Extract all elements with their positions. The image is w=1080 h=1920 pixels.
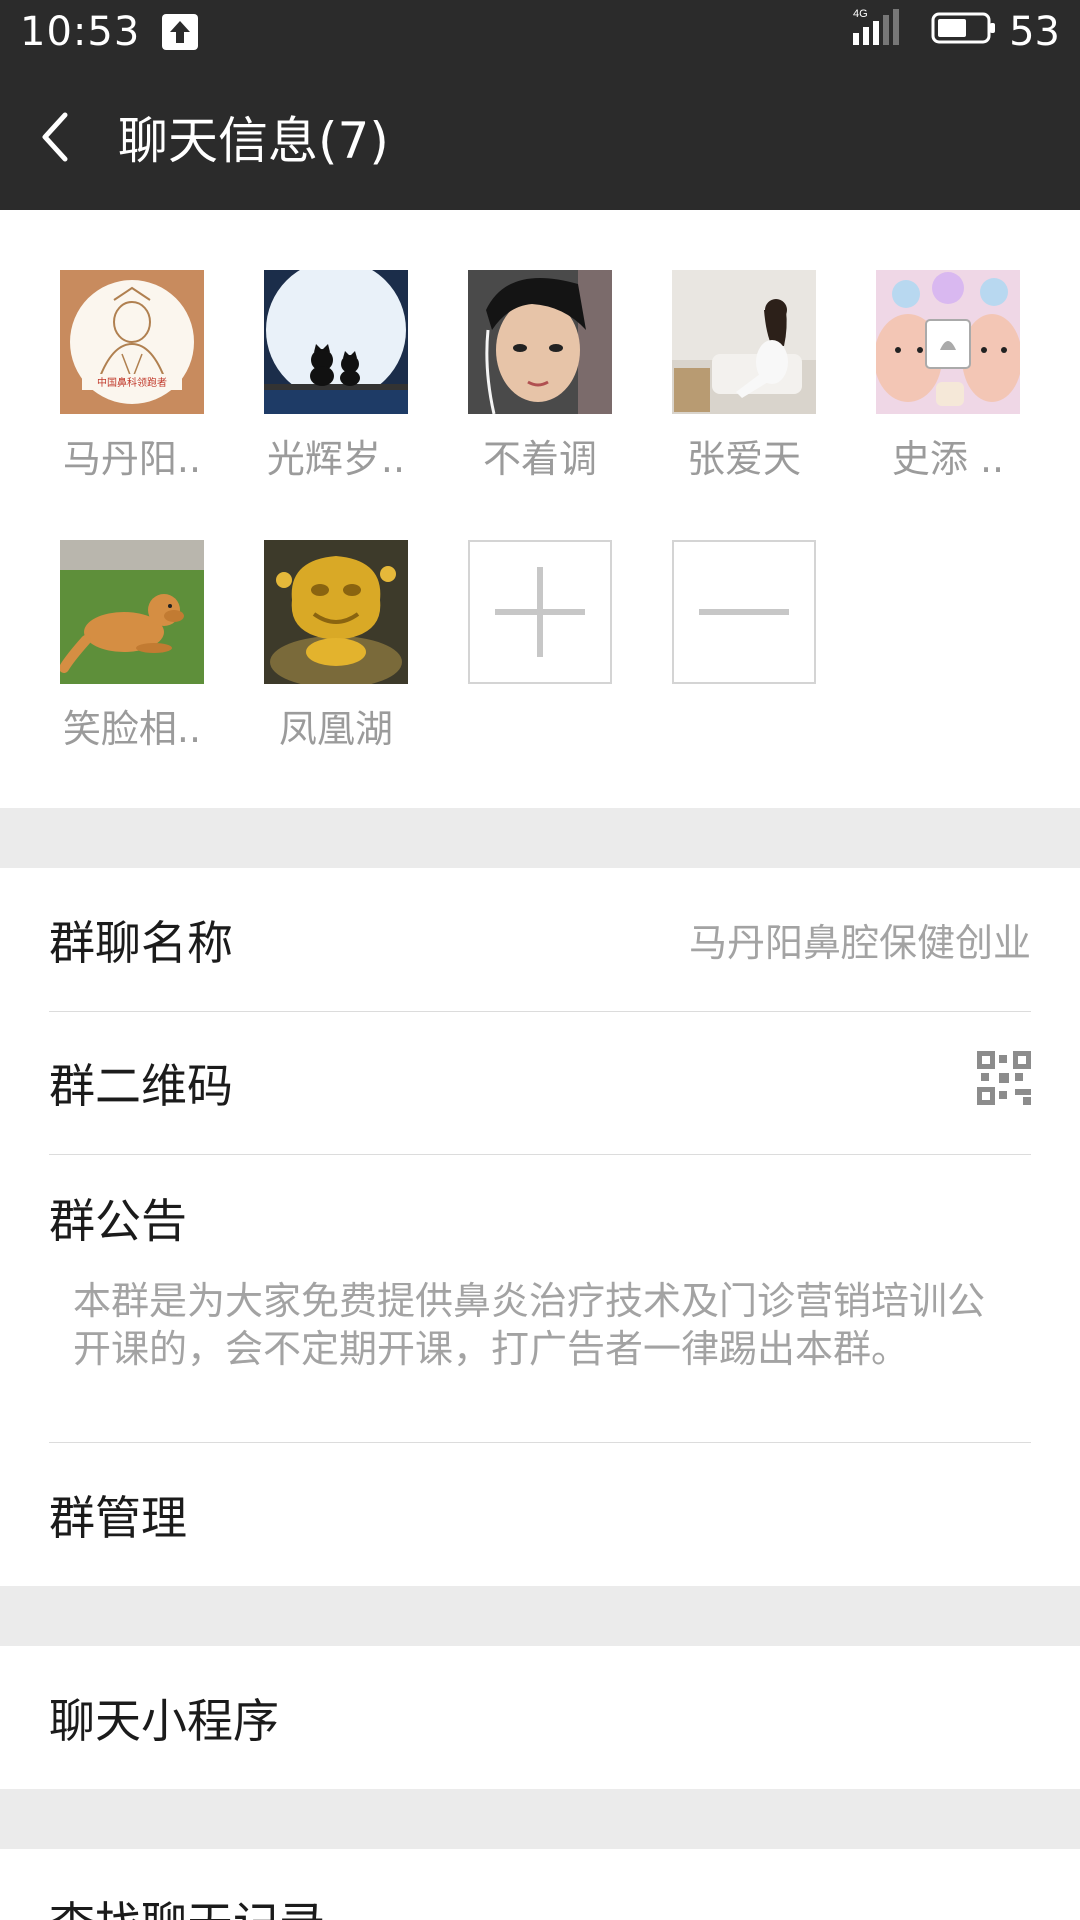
member-name: 马丹阳.. bbox=[62, 437, 202, 481]
avatar: 中国鼻科领跑者 bbox=[60, 270, 204, 414]
member-item[interactable]: 笑脸相.. bbox=[30, 540, 234, 753]
status-time: 10:53 bbox=[20, 9, 141, 55]
group-name-row[interactable]: 群聊名称 马丹阳鼻腔保健创业 bbox=[49, 868, 1031, 1012]
member-item[interactable]: 凤凰湖 bbox=[234, 540, 438, 753]
avatar bbox=[468, 270, 612, 414]
member-name: 张爱天 bbox=[686, 437, 801, 481]
member-name: 不着调 bbox=[482, 437, 597, 481]
member-grid: 中国鼻科领跑者 马丹阳.. 光辉岁.. 不着调 张爱天 史添 .. 笑脸相.. … bbox=[0, 210, 1080, 808]
qr-code-icon bbox=[977, 1050, 1031, 1116]
group-name-label: 群聊名称 bbox=[49, 915, 233, 970]
back-arrow-icon bbox=[42, 112, 68, 162]
member-item[interactable]: 光辉岁.. bbox=[234, 270, 438, 483]
member-name: 笑脸相.. bbox=[62, 707, 202, 751]
upload-notification-icon bbox=[162, 14, 199, 50]
search-history-label: 查找聊天记录 bbox=[49, 1888, 325, 1920]
group-settings: 群聊名称 马丹阳鼻腔保健创业 群二维码 群公告 本群是为大家免费提供鼻炎治疗技术… bbox=[0, 868, 1080, 1586]
member-name: 史添 .. bbox=[891, 437, 1005, 481]
title-bar: 聊天信息(7) bbox=[0, 64, 1080, 210]
group-qr-label: 群二维码 bbox=[49, 1059, 233, 1113]
avatar bbox=[264, 270, 408, 414]
mini-program-row[interactable]: 聊天小程序 bbox=[49, 1646, 1031, 1789]
add-member-button[interactable] bbox=[438, 540, 642, 684]
remove-member-button[interactable] bbox=[642, 540, 846, 684]
member-name: 光辉岁.. bbox=[266, 437, 406, 481]
signal-icon: 4G bbox=[851, 7, 907, 57]
search-history-row[interactable]: 查找聊天记录 bbox=[49, 1849, 1031, 1920]
minus-icon bbox=[699, 609, 789, 615]
network-type: 4G bbox=[853, 8, 868, 20]
mini-program-section: 聊天小程序 bbox=[0, 1646, 1080, 1789]
avatar bbox=[60, 540, 204, 684]
battery-level: 53 bbox=[1009, 9, 1060, 55]
avatar-caption: 中国鼻科领跑者 bbox=[97, 376, 167, 389]
group-notice-label: 群公告 bbox=[49, 1194, 187, 1248]
member-name: 凤凰湖 bbox=[278, 707, 393, 751]
avatar bbox=[672, 270, 816, 414]
remove-member-tile[interactable] bbox=[672, 540, 816, 684]
add-member-tile[interactable] bbox=[468, 540, 612, 684]
search-history-section: 查找聊天记录 bbox=[0, 1849, 1080, 1920]
plus-icon bbox=[495, 567, 585, 657]
group-qr-row[interactable]: 群二维码 bbox=[49, 1012, 1031, 1155]
page-title: 聊天信息(7) bbox=[118, 112, 389, 170]
avatar bbox=[264, 540, 408, 684]
member-item[interactable]: 张爱天 bbox=[642, 270, 846, 483]
group-notice-row[interactable]: 群公告 本群是为大家免费提供鼻炎治疗技术及门诊营销培训公开课的，会不定期开课，打… bbox=[49, 1155, 1031, 1443]
member-item[interactable]: 不着调 bbox=[438, 270, 642, 483]
group-manage-row[interactable]: 群管理 bbox=[49, 1443, 1031, 1586]
group-manage-label: 群管理 bbox=[49, 1490, 187, 1545]
status-bar: 10:53 4G 53 bbox=[0, 0, 1080, 64]
group-name-value: 马丹阳鼻腔保健创业 bbox=[688, 921, 1031, 965]
group-notice-text: 本群是为大家免费提供鼻炎治疗技术及门诊营销培训公开课的，会不定期开课，打广告者一… bbox=[73, 1279, 986, 1371]
back-button[interactable] bbox=[0, 64, 110, 210]
member-item[interactable]: 史添 .. bbox=[846, 270, 1050, 483]
member-item[interactable]: 中国鼻科领跑者 马丹阳.. bbox=[30, 270, 234, 483]
avatar bbox=[876, 270, 1020, 414]
battery-icon bbox=[931, 9, 997, 55]
mini-program-label: 聊天小程序 bbox=[49, 1693, 279, 1748]
